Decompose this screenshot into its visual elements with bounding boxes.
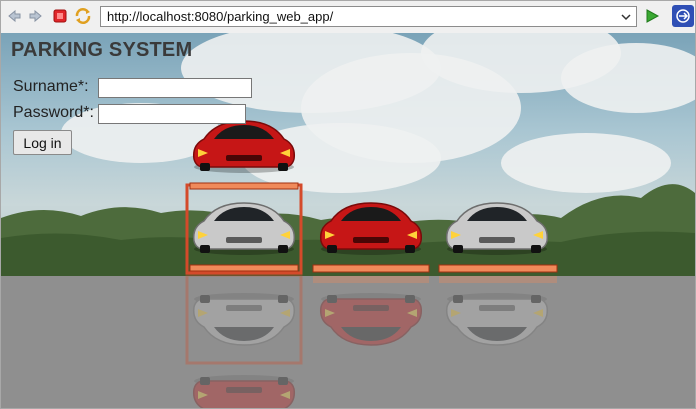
scene-reflection xyxy=(185,273,557,408)
address-bar[interactable]: http://localhost:8080/parking_web_app/ xyxy=(100,6,637,27)
car-middle xyxy=(319,202,423,256)
page-content: PARKING SYSTEM Surname*: Password*: Log … xyxy=(1,33,695,408)
browser-toolbar: http://localhost:8080/parking_web_app/ xyxy=(1,1,695,34)
login-button[interactable]: Log in xyxy=(13,130,72,155)
chevron-down-icon[interactable] xyxy=(618,8,634,25)
password-field[interactable] xyxy=(98,104,246,124)
refresh-icon[interactable] xyxy=(74,7,92,25)
parking-platform-right xyxy=(438,264,558,273)
car-right xyxy=(445,202,549,256)
page-title: PARKING SYSTEM xyxy=(11,39,193,61)
extension-icon[interactable] xyxy=(672,5,694,27)
surname-field[interactable] xyxy=(98,78,252,98)
parking-platform-middle xyxy=(312,264,430,273)
password-label: Password*: xyxy=(13,104,94,121)
surname-label: Surname*: xyxy=(13,78,89,95)
url-text: http://localhost:8080/parking_web_app/ xyxy=(107,9,334,24)
back-icon[interactable] xyxy=(5,7,23,25)
go-icon[interactable] xyxy=(644,8,660,29)
stop-icon[interactable] xyxy=(51,7,69,25)
browser-window: http://localhost:8080/parking_web_app/ P… xyxy=(0,0,696,409)
forward-icon[interactable] xyxy=(27,7,45,25)
car-top-lift xyxy=(192,120,296,174)
car-lift-bottom xyxy=(192,202,296,256)
